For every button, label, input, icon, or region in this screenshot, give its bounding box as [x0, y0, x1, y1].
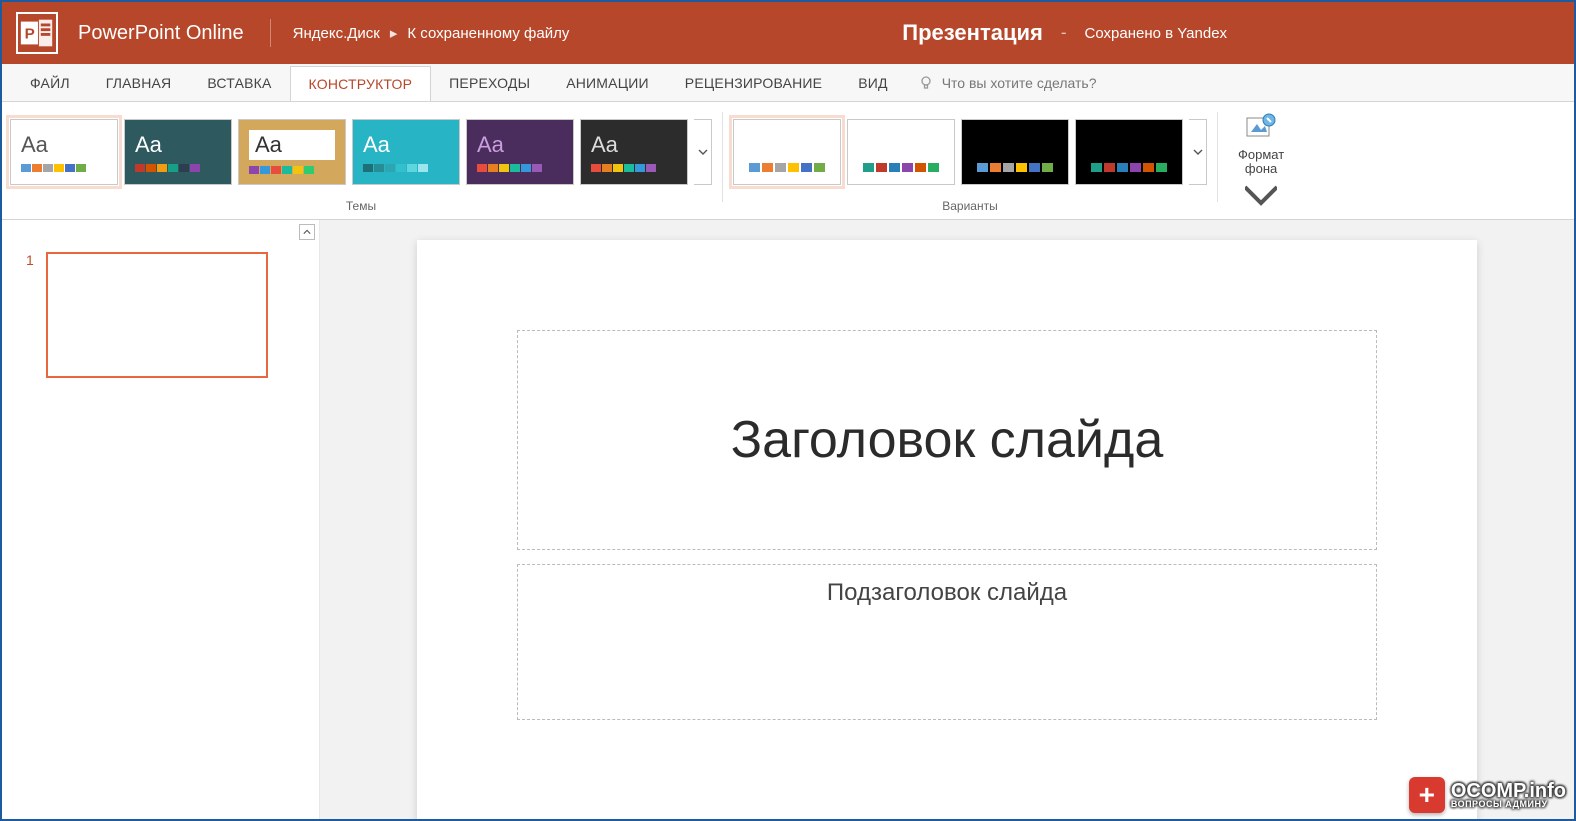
- variants-expand-button[interactable]: [1189, 119, 1207, 185]
- powerpoint-app-icon: P: [16, 12, 58, 54]
- format-background-label: Формат фона: [1238, 148, 1284, 177]
- subtitle-placeholder-text: Подзаголовок слайда: [827, 579, 1067, 607]
- variant-variant-white2[interactable]: [847, 119, 955, 185]
- theme-slice-dark[interactable]: Aa: [580, 119, 688, 185]
- ribbon-tab-вставка[interactable]: ВСТАВКА: [189, 64, 289, 101]
- ribbon-tab-файл[interactable]: ФАЙЛ: [12, 64, 88, 101]
- saved-status: Сохранено в Yandex: [1085, 25, 1228, 42]
- title-center: Презентация - Сохранено в Yandex: [569, 20, 1560, 46]
- ribbon-content: AaAaAaAaAaAa Темы Варианты Форм: [2, 102, 1574, 220]
- subtitle-placeholder[interactable]: Подзаголовок слайда: [517, 564, 1377, 720]
- theme-ion-dark[interactable]: Aa: [124, 119, 232, 185]
- ribbon-group-customize: Формат фона Настроить: [1228, 108, 1294, 219]
- watermark-text: OCOMP.info ВОПРОСЫ АДМИНУ: [1451, 782, 1566, 808]
- breadcrumb-file[interactable]: К сохраненному файлу: [407, 25, 569, 42]
- title-divider: [270, 19, 271, 47]
- scroll-up-button[interactable]: [299, 224, 315, 240]
- variant-variant-black2[interactable]: [1075, 119, 1183, 185]
- titlebar: P PowerPoint Online Яндекс.Диск ▸ К сохр…: [2, 2, 1574, 64]
- title-placeholder[interactable]: Заголовок слайда: [517, 330, 1377, 550]
- ribbon-tabs: ФАЙЛГЛАВНАЯВСТАВКАКОНСТРУКТОРПЕРЕХОДЫАНИ…: [2, 64, 1574, 102]
- slide-thumbnail-item: 1: [26, 252, 307, 378]
- slides-panel: 1: [2, 220, 320, 819]
- ribbon-tab-конструктор[interactable]: КОНСТРУКТОР: [290, 66, 432, 101]
- ribbon-tab-вид[interactable]: ВИД: [840, 64, 905, 101]
- app-title: PowerPoint Online: [78, 22, 244, 45]
- tell-me-placeholder: Что вы хотите сделать?: [942, 75, 1097, 91]
- dropdown-caret-icon: [1245, 181, 1277, 213]
- variants-group-label: Варианты: [942, 195, 997, 219]
- theme-wood[interactable]: Aa: [238, 119, 346, 185]
- theme-office-white[interactable]: Aa: [10, 119, 118, 185]
- slide-editor: Заголовок слайда Подзаголовок слайда + O…: [320, 220, 1574, 819]
- ribbon-tab-главная[interactable]: ГЛАВНАЯ: [88, 64, 190, 101]
- slide-thumbnail[interactable]: [46, 252, 268, 378]
- variant-variant-light[interactable]: [733, 119, 841, 185]
- tell-me-search[interactable]: Что вы хотите сделать?: [918, 64, 1097, 101]
- breadcrumb-arrow-icon: ▸: [390, 24, 398, 42]
- bulb-icon: [918, 75, 934, 91]
- title-dash: -: [1061, 23, 1067, 43]
- breadcrumb-location[interactable]: Яндекс.Диск: [293, 25, 380, 42]
- chevron-down-icon: [1193, 147, 1203, 157]
- document-name[interactable]: Презентация: [902, 20, 1043, 46]
- format-background-icon: [1245, 112, 1277, 144]
- themes-expand-button[interactable]: [694, 119, 712, 185]
- ribbon-tab-переходы[interactable]: ПЕРЕХОДЫ: [431, 64, 548, 101]
- ribbon-group-variants: Варианты: [733, 108, 1207, 219]
- ribbon-group-themes: AaAaAaAaAaAa Темы: [10, 108, 712, 219]
- title-placeholder-text: Заголовок слайда: [731, 410, 1164, 470]
- watermark-plus-icon: +: [1409, 777, 1445, 813]
- variant-variant-black1[interactable]: [961, 119, 1069, 185]
- ribbon-tab-рецензирование[interactable]: РЕЦЕНЗИРОВАНИЕ: [667, 64, 840, 101]
- watermark: + OCOMP.info ВОПРОСЫ АДМИНУ: [1409, 777, 1566, 813]
- group-divider: [1217, 112, 1218, 202]
- ribbon-tab-анимации[interactable]: АНИМАЦИИ: [548, 64, 667, 101]
- breadcrumb: Яндекс.Диск ▸ К сохраненному файлу: [293, 24, 570, 42]
- chevron-down-icon: [698, 147, 708, 157]
- svg-text:P: P: [25, 26, 35, 43]
- slide-canvas[interactable]: Заголовок слайда Подзаголовок слайда: [417, 240, 1477, 819]
- work-area: 1 Заголовок слайда Подзаголовок слайда +…: [2, 220, 1574, 819]
- themes-group-label: Темы: [346, 195, 376, 219]
- theme-facet-teal[interactable]: Aa: [352, 119, 460, 185]
- group-divider: [722, 112, 723, 202]
- format-background-button[interactable]: Формат фона: [1228, 108, 1294, 217]
- slide-number: 1: [26, 252, 34, 378]
- chevron-up-icon: [303, 228, 311, 236]
- theme-ion-purple[interactable]: Aa: [466, 119, 574, 185]
